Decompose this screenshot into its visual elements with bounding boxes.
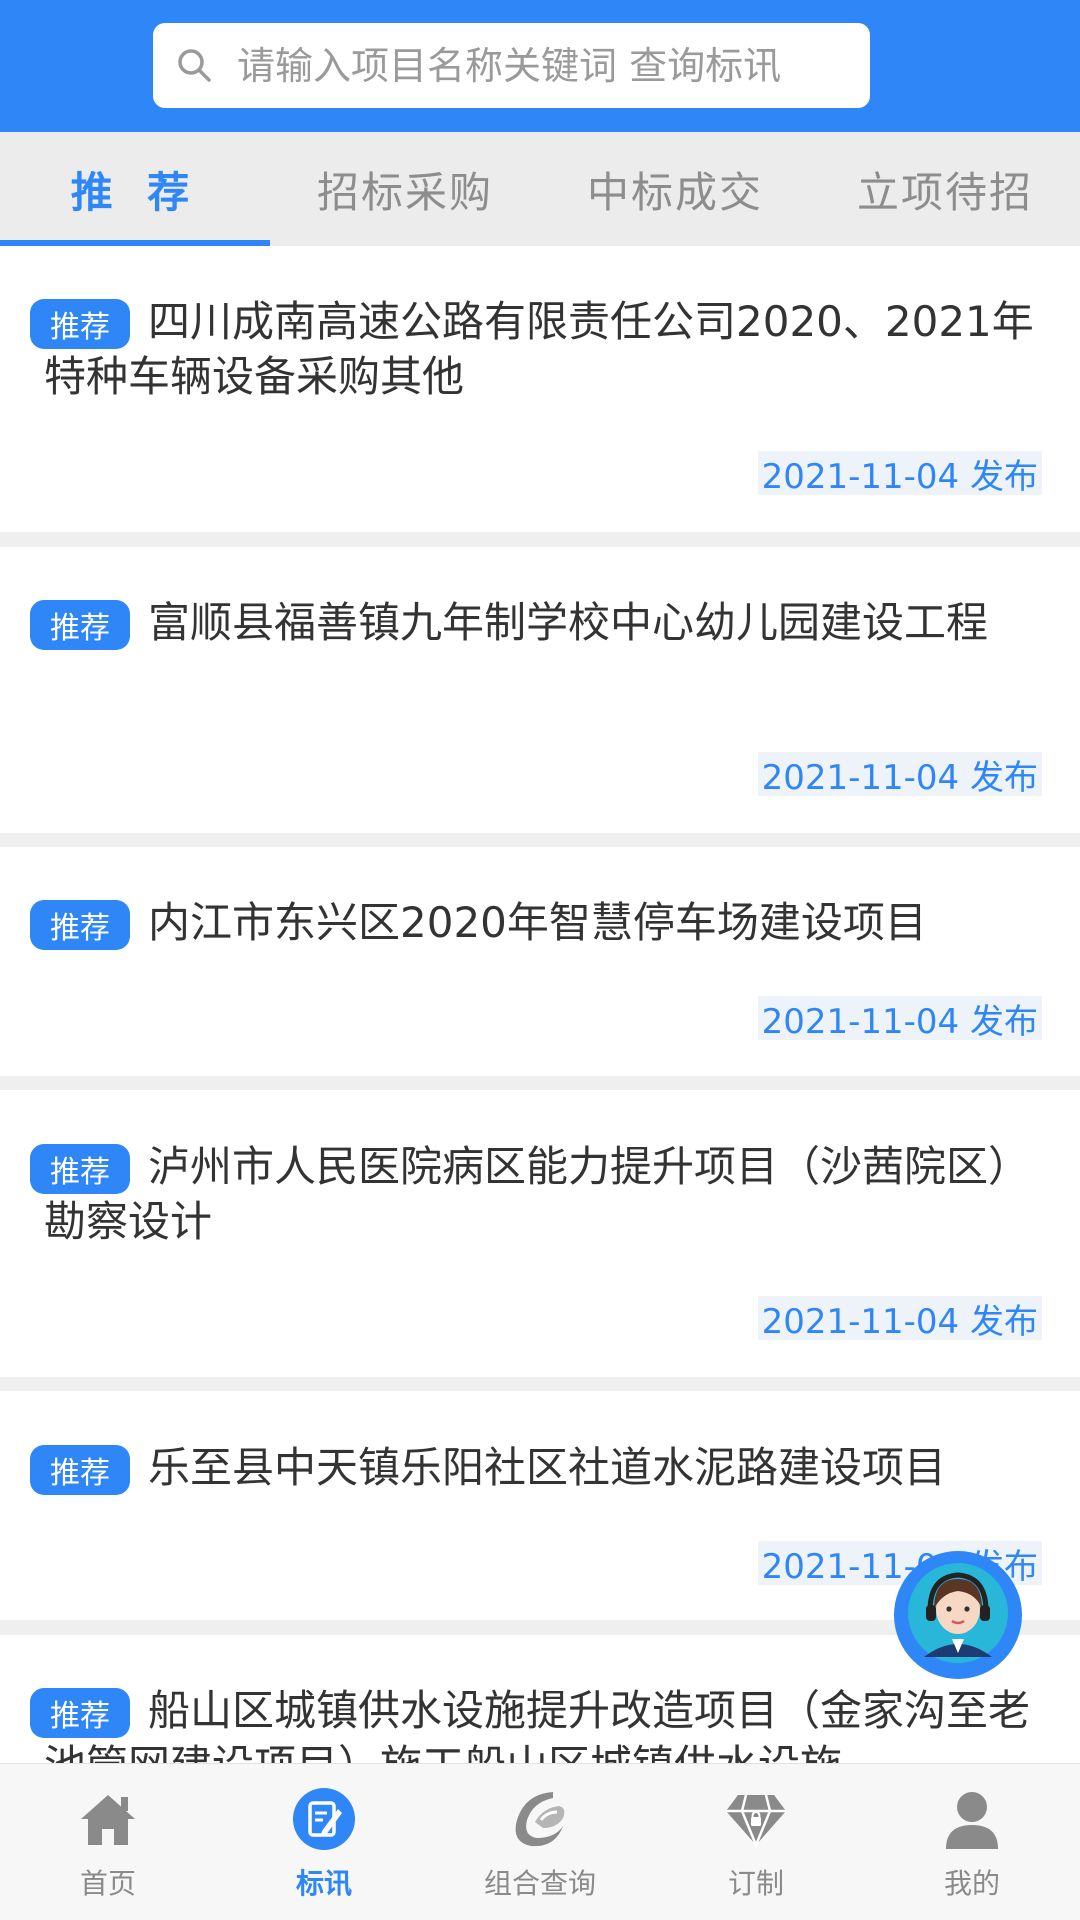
home-icon (75, 1786, 141, 1852)
nav-label: 标讯 (295, 1867, 352, 1900)
publish-date: 2021-11-04 发布 (757, 996, 1042, 1042)
bid-list: 推荐 四川成南高速公路有限责任公司2020、2021年特种车辆设备采购其他 20… (0, 246, 1080, 1763)
nav-mine[interactable]: 我的 (864, 1764, 1080, 1920)
tab-bidding-procurement[interactable]: 招标采购 (270, 132, 540, 246)
search-box[interactable] (153, 23, 870, 108)
list-item[interactable]: 推荐 泸州市人民医院病区能力提升项目（沙茜院区）勘察设计 2021-11-04 … (0, 1090, 1080, 1377)
item-title: 富顺县福善镇九年制学校中心幼儿园建设工程 (148, 598, 989, 647)
bottom-nav: 首页 标讯 组合查询 订制 我的 (0, 1763, 1080, 1920)
tab-winning-deals[interactable]: 中标成交 (540, 132, 810, 246)
item-title: 四川成南高速公路有限责任公司2020、2021年特种车辆设备采购其他 (44, 297, 1034, 401)
bid-info-icon (291, 1786, 357, 1852)
item-title: 泸州市人民医院病区能力提升项目（沙茜院区）勘察设计 (44, 1142, 1031, 1246)
item-title: 内江市东兴区2020年智慧停车场建设项目 (148, 898, 927, 947)
tab-pending-projects[interactable]: 立项待招 (810, 132, 1080, 246)
list-item[interactable]: 推荐 富顺县福善镇九年制学校中心幼儿园建设工程 2021-11-04 发布 (0, 547, 1080, 833)
search-input[interactable] (219, 23, 870, 108)
nav-label: 首页 (79, 1867, 136, 1900)
nav-subscribe[interactable]: 订制 (648, 1764, 864, 1920)
item-title: 船山区城镇供水设施提升改造项目（金家沟至老池管网建设项目）施工船山区城镇供水设施 (44, 1686, 1031, 1763)
list-item[interactable]: 推荐 内江市东兴区2020年智慧停车场建设项目 2021-11-04 发布 (0, 847, 1080, 1076)
combo-search-icon (507, 1786, 573, 1852)
nav-label: 我的 (943, 1867, 1000, 1900)
nav-home[interactable]: 首页 (0, 1764, 216, 1920)
diamond-icon (723, 1786, 789, 1852)
category-tabs: 推 荐 招标采购 中标成交 立项待招 (0, 132, 1080, 246)
tab-recommend[interactable]: 推 荐 (0, 132, 270, 246)
nav-label: 组合查询 (483, 1867, 596, 1900)
nav-bid-info[interactable]: 标讯 (216, 1764, 432, 1920)
publish-date: 2021-11-04 发布 (757, 1296, 1042, 1342)
publish-date: 2021-11-04 发布 (757, 752, 1042, 798)
user-icon (939, 1786, 1005, 1852)
nav-combo-search[interactable]: 组合查询 (432, 1764, 648, 1920)
item-title: 乐至县中天镇乐阳社区社道水泥路建设项目 (148, 1443, 947, 1492)
nav-label: 订制 (727, 1867, 784, 1900)
list-item[interactable]: 推荐 四川成南高速公路有限责任公司2020、2021年特种车辆设备采购其他 20… (0, 246, 1080, 532)
customer-service-button[interactable] (894, 1551, 1022, 1679)
publish-date: 2021-11-04 发布 (757, 451, 1042, 497)
app-screen: 推 荐 招标采购 中标成交 立项待招 推荐 四川成南高速公路有限责任公司2020… (0, 0, 1080, 1920)
header-bar (0, 0, 1080, 132)
customer-service-icon (902, 1557, 1014, 1673)
search-icon (171, 42, 219, 90)
